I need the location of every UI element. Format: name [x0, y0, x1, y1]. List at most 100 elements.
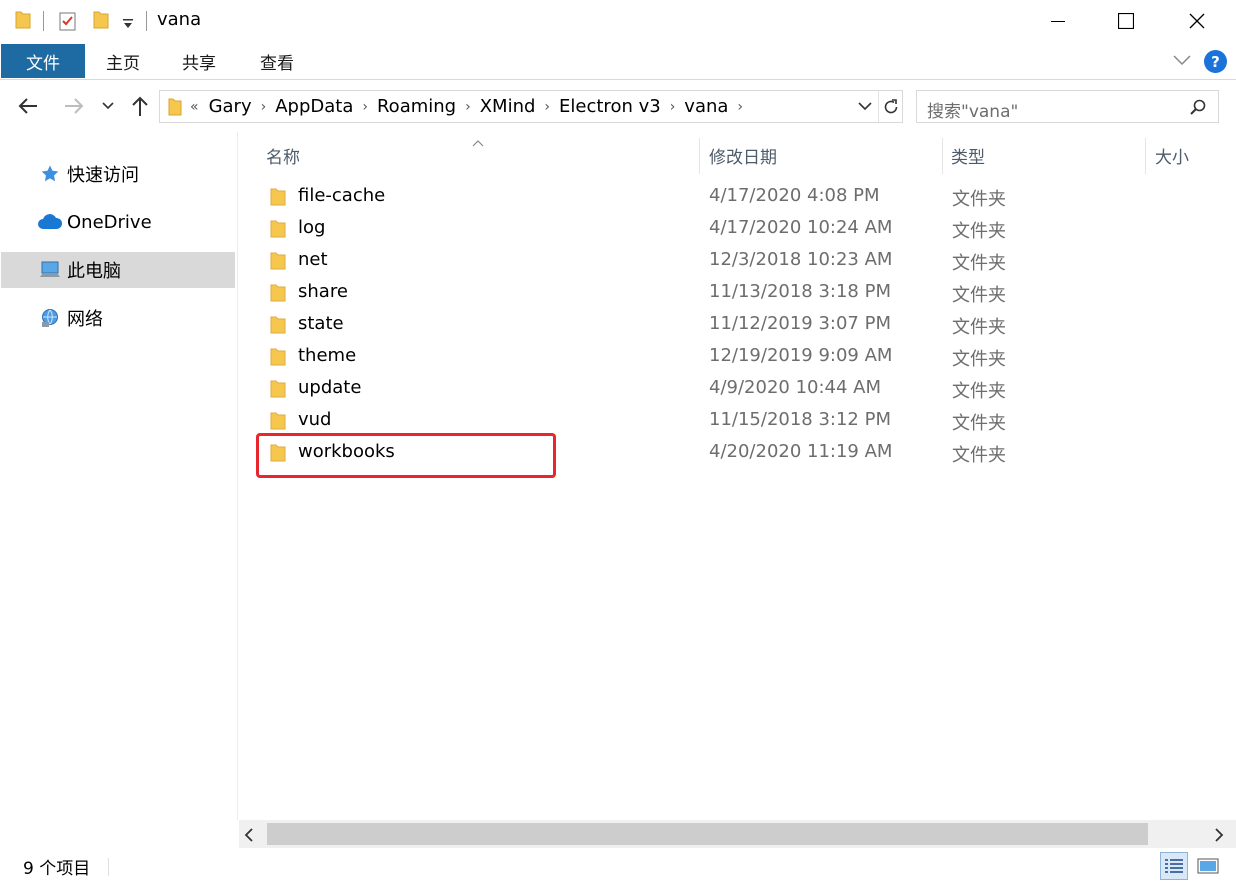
sidebar-item-this-pc[interactable]: 此电脑 [1, 252, 235, 288]
search-box[interactable]: 搜索"vana" [916, 90, 1219, 123]
file-type: 文件夹 [952, 317, 1006, 338]
breadcrumb-item-appdata[interactable]: AppData [275, 96, 353, 117]
file-type: 文件夹 [952, 445, 1006, 466]
tab-share[interactable]: 共享 [169, 44, 229, 78]
file-row[interactable]: net 12/3/2018 10:23 AM 文件夹 [259, 245, 1219, 277]
column-divider[interactable] [699, 138, 700, 174]
star-icon [37, 164, 63, 184]
breadcrumb-overflow[interactable]: « [190, 99, 199, 115]
file-row[interactable]: update 4/9/2020 10:44 AM 文件夹 [259, 373, 1219, 405]
file-type: 文件夹 [952, 381, 1006, 402]
column-divider[interactable] [942, 138, 943, 174]
scrollbar-thumb[interactable] [267, 823, 1148, 845]
file-name: file-cache [298, 185, 386, 206]
sidebar-item-onedrive[interactable]: OneDrive [1, 204, 235, 240]
sidebar-item-label: 网络 [67, 309, 103, 330]
refresh-icon [884, 98, 898, 113]
folder-icon [270, 316, 286, 338]
file-date: 4/17/2020 4:08 PM [709, 185, 880, 206]
navigation-pane: 快速访问 OneDrive 此电脑 网络 [0, 132, 238, 820]
search-icon[interactable] [1189, 98, 1207, 120]
file-row[interactable]: theme 12/19/2019 9:09 AM 文件夹 [259, 341, 1219, 373]
folder-icon[interactable] [14, 10, 32, 34]
column-divider[interactable] [1145, 138, 1146, 174]
file-name: theme [298, 345, 357, 366]
new-folder-icon[interactable] [92, 10, 110, 34]
large-icons-view-button[interactable] [1194, 852, 1222, 880]
file-name: vud [298, 409, 332, 430]
properties-icon[interactable] [58, 10, 78, 36]
scroll-left-icon[interactable] [243, 827, 255, 846]
breadcrumb-separator[interactable]: › [465, 99, 471, 115]
column-header-date[interactable]: 修改日期 [709, 140, 777, 170]
item-count: 9 个项目 [23, 859, 91, 879]
tab-file[interactable]: 文件 [1, 44, 85, 78]
file-list: 名称 修改日期 类型 大小 file-cache 4/17/2020 4:08 … [239, 132, 1236, 820]
file-row[interactable]: file-cache 4/17/2020 4:08 PM 文件夹 [259, 181, 1219, 213]
file-row[interactable]: state 11/12/2019 3:07 PM 文件夹 [259, 309, 1219, 341]
help-icon[interactable]: ? [1204, 50, 1227, 73]
close-button[interactable] [1162, 0, 1232, 42]
breadcrumb-item-vana[interactable]: vana [684, 96, 728, 117]
breadcrumb-separator[interactable]: › [362, 99, 368, 115]
folder-icon [270, 348, 286, 370]
customize-toolbar-icon[interactable] [122, 15, 134, 34]
file-row[interactable]: share 11/13/2018 3:18 PM 文件夹 [259, 277, 1219, 309]
tab-home[interactable]: 主页 [93, 44, 153, 78]
breadcrumb-item-xmind[interactable]: XMind [480, 96, 536, 117]
search-input[interactable]: 搜索"vana" [927, 97, 1018, 122]
folder-icon [270, 188, 286, 210]
file-date: 4/9/2020 10:44 AM [709, 377, 882, 398]
breadcrumb: « Gary › AppData › Roaming › XMind › Ele… [190, 91, 752, 122]
refresh-button[interactable] [878, 91, 903, 122]
sort-ascending-icon [472, 132, 484, 151]
back-button[interactable] [16, 94, 40, 118]
up-button[interactable] [128, 94, 152, 118]
breadcrumb-item-gary[interactable]: Gary [209, 96, 252, 117]
breadcrumb-separator[interactable]: › [261, 99, 267, 115]
horizontal-scrollbar[interactable] [239, 820, 1236, 848]
file-row[interactable]: log 4/17/2020 10:24 AM 文件夹 [259, 213, 1219, 245]
file-type: 文件夹 [952, 349, 1006, 370]
folder-icon [270, 380, 286, 402]
divider [43, 11, 44, 31]
file-date: 4/20/2020 11:19 AM [709, 441, 893, 462]
recent-locations-chevron-icon[interactable] [101, 99, 115, 113]
scroll-right-icon[interactable] [1213, 827, 1225, 846]
breadcrumb-item-roaming[interactable]: Roaming [377, 96, 456, 117]
minimize-button[interactable] [1023, 0, 1093, 42]
breadcrumb-separator[interactable]: › [544, 99, 550, 115]
breadcrumb-separator[interactable]: › [670, 99, 676, 115]
column-header-type[interactable]: 类型 [951, 140, 985, 170]
address-dropdown-chevron-icon[interactable] [857, 98, 873, 118]
file-name: state [298, 313, 344, 334]
file-type: 文件夹 [952, 253, 1006, 274]
window-title: vana [157, 9, 202, 30]
sidebar-item-quick-access[interactable]: 快速访问 [1, 156, 235, 192]
network-icon [37, 308, 63, 328]
folder-icon [270, 252, 286, 274]
details-view-icon [1165, 859, 1183, 873]
address-bar[interactable]: « Gary › AppData › Roaming › XMind › Ele… [159, 90, 903, 123]
breadcrumb-separator[interactable]: › [737, 99, 743, 115]
sidebar-item-network[interactable]: 网络 [1, 300, 235, 336]
folder-icon [167, 97, 183, 121]
maximize-button[interactable] [1091, 0, 1161, 42]
highlight-box [256, 433, 556, 478]
file-name: update [298, 377, 362, 398]
forward-button[interactable] [62, 94, 86, 118]
file-type: 文件夹 [952, 189, 1006, 210]
column-header-size[interactable]: 大小 [1155, 140, 1189, 170]
divider [146, 11, 147, 31]
column-header-name[interactable]: 名称 [266, 140, 300, 170]
file-date: 12/19/2019 9:09 AM [709, 345, 893, 366]
large-icons-view-icon [1197, 858, 1219, 874]
file-date: 11/13/2018 3:18 PM [709, 281, 891, 302]
tab-view[interactable]: 查看 [247, 44, 307, 78]
breadcrumb-item-electron-v3[interactable]: Electron v3 [559, 96, 661, 117]
sidebar-item-label: 此电脑 [67, 261, 121, 282]
file-date: 12/3/2018 10:23 AM [709, 249, 893, 270]
file-type: 文件夹 [952, 285, 1006, 306]
details-view-button[interactable] [1160, 852, 1188, 880]
expand-ribbon-chevron-icon[interactable] [1172, 52, 1192, 71]
